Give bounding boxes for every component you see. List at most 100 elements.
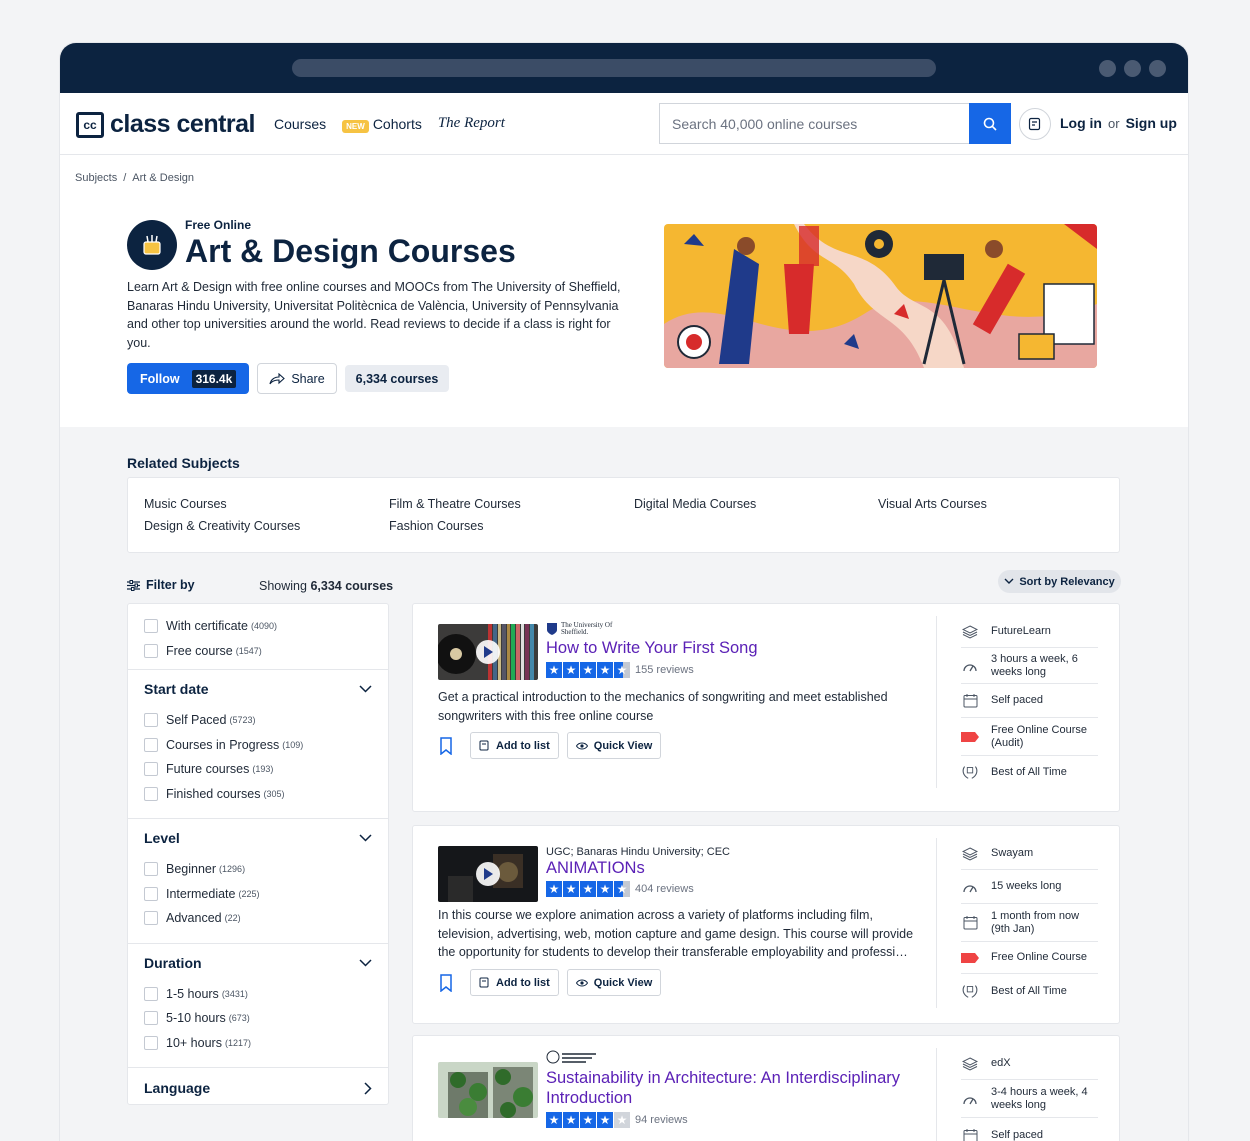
filter-option[interactable]: Courses in Progress (109): [144, 733, 372, 758]
filter-option-label: 5-10 hours: [166, 1011, 226, 1026]
breadcrumb-current[interactable]: Art & Design: [132, 172, 194, 184]
filter-option[interactable]: Intermediate (225): [144, 882, 372, 907]
filter-option[interactable]: Finished courses (305): [144, 782, 372, 807]
meta-duration: 15 weeks long: [961, 870, 1098, 904]
related-link[interactable]: Design & Creativity Courses: [144, 519, 300, 533]
course-title[interactable]: ANIMATIONs: [546, 858, 645, 878]
meta-provider[interactable]: Swayam: [961, 838, 1098, 870]
related-link[interactable]: Music Courses: [144, 497, 227, 511]
checkbox[interactable]: [144, 886, 158, 901]
meta-award[interactable]: Best of All Time: [961, 756, 1098, 788]
bookmark-icon[interactable]: [438, 973, 454, 992]
quick-view-button[interactable]: Quick View: [566, 969, 662, 996]
search-button[interactable]: [969, 103, 1011, 144]
meta-text: 3 hours a week, 6 weeks long: [991, 652, 1078, 678]
related-link[interactable]: Digital Media Courses: [634, 497, 756, 511]
filter-header[interactable]: Filter by: [127, 578, 195, 592]
review-count[interactable]: 155 reviews: [635, 664, 694, 676]
play-icon[interactable]: [476, 862, 500, 886]
checkbox[interactable]: [144, 862, 158, 877]
university-logo-icon: [546, 1050, 596, 1064]
provider-logo[interactable]: The University Of Sheffield.: [546, 622, 623, 636]
checkbox[interactable]: [144, 1035, 158, 1050]
related-link[interactable]: Fashion Courses: [389, 519, 484, 533]
filter-option[interactable]: Advanced (22): [144, 906, 372, 931]
course-title[interactable]: How to Write Your First Song: [546, 638, 758, 658]
course-thumbnail[interactable]: [438, 624, 538, 680]
course-card[interactable]: The University Of Sheffield. How to Writ…: [412, 603, 1120, 812]
meta-provider[interactable]: edX: [961, 1048, 1098, 1080]
filter-section-header[interactable]: Start date: [144, 670, 372, 708]
browser-window: cc class central Courses NEW Cohorts The …: [60, 43, 1188, 1141]
gauge-icon: [961, 657, 979, 675]
filter-option-count: (5723): [229, 715, 256, 726]
add-to-list-label: Add to list: [496, 976, 550, 989]
search-input[interactable]: Search 40,000 online courses: [659, 103, 970, 144]
bookmark-icon[interactable]: [438, 736, 454, 755]
nav-report[interactable]: The Report: [438, 115, 505, 132]
filter-option[interactable]: 1-5 hours (3431): [144, 982, 372, 1007]
checkbox[interactable]: [144, 986, 158, 1001]
filter-level: Level Beginner (1296) Intermediate (225) A…: [128, 819, 388, 944]
course-title[interactable]: Sustainability in Architecture: An Inter…: [546, 1068, 926, 1108]
signup-link[interactable]: Sign up: [1126, 115, 1177, 131]
share-button[interactable]: Share: [257, 363, 337, 394]
address-bar[interactable]: [292, 59, 936, 77]
logo-text: class central: [110, 110, 256, 138]
filter-option[interactable]: Beginner (1296): [144, 857, 372, 882]
filter-option[interactable]: Self Paced (5723): [144, 708, 372, 733]
checkbox[interactable]: [144, 1011, 158, 1026]
course-meta: Swayam 15 weeks long 1 month from now (9…: [936, 838, 1098, 1008]
add-to-list-button[interactable]: Add to list: [470, 969, 559, 996]
filter-section-header[interactable]: Language: [144, 1068, 372, 1108]
filter-duration: Duration 1-5 hours (3431) 5-10 hours (673)…: [128, 944, 388, 1068]
review-count[interactable]: 94 reviews: [635, 1114, 688, 1126]
checkbox[interactable]: [144, 762, 158, 777]
nav-links: Courses NEW Cohorts The Report: [274, 115, 505, 133]
filter-section-header[interactable]: Level: [144, 819, 372, 857]
add-to-list-label: Add to list: [496, 739, 550, 752]
nav-cohorts[interactable]: NEW Cohorts: [342, 116, 422, 133]
filter-option[interactable]: With certificate (4090): [144, 614, 372, 639]
add-to-list-button[interactable]: Add to list: [470, 732, 559, 759]
window-dot-icon[interactable]: [1124, 60, 1141, 77]
filter-option-count: (109): [282, 739, 304, 750]
follow-button[interactable]: Follow 316.4k: [127, 363, 249, 394]
checkbox[interactable]: [144, 643, 158, 658]
sort-dropdown[interactable]: Sort by Relevancy: [998, 570, 1121, 593]
related-link[interactable]: Film & Theatre Courses: [389, 497, 521, 511]
course-card[interactable]: UGC; Banaras Hindu University; CEC ANIMA…: [412, 825, 1120, 1024]
course-thumbnail[interactable]: [438, 1062, 538, 1118]
window-dot-icon[interactable]: [1099, 60, 1116, 77]
quick-view-button[interactable]: Quick View: [566, 732, 662, 759]
my-list-button[interactable]: [1019, 108, 1051, 140]
logo[interactable]: cc class central: [76, 110, 256, 139]
filter-option[interactable]: Future courses (193): [144, 757, 372, 782]
breadcrumb-subjects[interactable]: Subjects: [75, 172, 117, 184]
checkbox[interactable]: [144, 713, 158, 728]
checkbox[interactable]: [144, 619, 158, 634]
play-icon[interactable]: [476, 640, 500, 664]
meta-text: Best of All Time: [991, 984, 1067, 997]
provider-names[interactable]: UGC; Banaras Hindu University; CEC: [546, 846, 730, 858]
filter-option[interactable]: Free course (1547): [144, 639, 372, 664]
checkbox[interactable]: [144, 786, 158, 801]
course-thumbnail[interactable]: [438, 846, 538, 902]
window-dot-icon[interactable]: [1149, 60, 1166, 77]
filter-section-header[interactable]: Duration: [144, 944, 372, 982]
filter-option[interactable]: 10+ hours (1217): [144, 1031, 372, 1056]
review-count[interactable]: 404 reviews: [635, 883, 694, 895]
nav-courses[interactable]: Courses: [274, 116, 326, 132]
login-link[interactable]: Log in: [1060, 115, 1102, 131]
filter-sliders-icon: [127, 579, 140, 591]
related-link[interactable]: Visual Arts Courses: [878, 497, 987, 511]
follow-label: Follow: [140, 371, 180, 386]
checkbox[interactable]: [144, 911, 158, 926]
meta-award[interactable]: Best of All Time: [961, 974, 1098, 1008]
meta-provider[interactable]: FutureLearn: [961, 616, 1098, 648]
filter-option[interactable]: 5-10 hours (673): [144, 1006, 372, 1031]
follow-count: 316.4k: [191, 369, 237, 388]
checkbox[interactable]: [144, 737, 158, 752]
course-card[interactable]: Sustainability in Architecture: An Inter…: [412, 1035, 1120, 1141]
provider-logo[interactable]: [546, 1050, 598, 1067]
